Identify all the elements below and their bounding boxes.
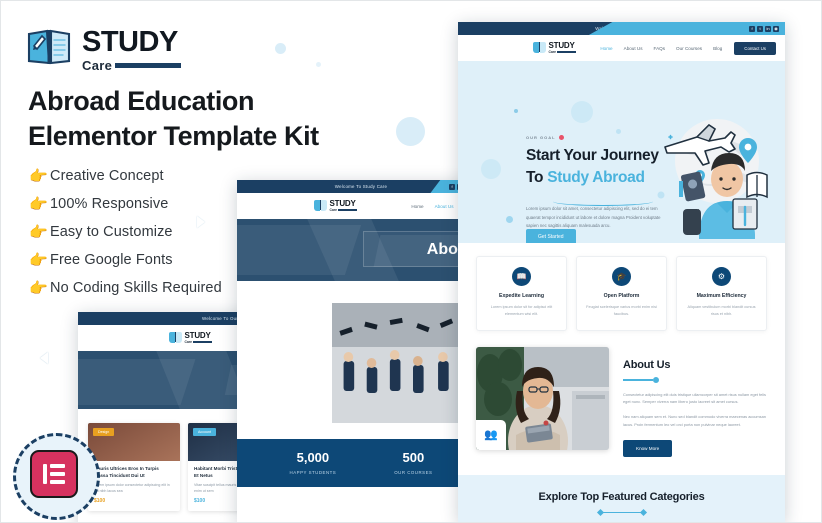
headline-line-1: Abroad Education: [28, 86, 255, 116]
mockup-navbar: STUDY Care Home About Us FAQs Our Courses Bl…: [458, 35, 785, 61]
mockup-logo[interactable]: STUDY Care: [533, 40, 577, 55]
feature-list-item: 👉 Creative Concept: [29, 162, 222, 190]
graduation-photo: [332, 303, 467, 423]
feature-label: Easy to Customize: [50, 224, 173, 240]
feature-card-title: Maximum Efficiency: [696, 293, 747, 299]
feature-list: 👉 Creative Concept 👉 100% Responsive 👉 Easy t…: [29, 162, 222, 302]
feature-card-desc: Lorem ipsum dolor sit for adipisci elit …: [490, 305, 553, 316]
feature-label: Creative Concept: [50, 168, 164, 184]
pointing-hand-icon: 👉: [29, 167, 48, 185]
nav-item-faqs[interactable]: FAQs: [654, 46, 666, 51]
twitter-icon[interactable]: t: [757, 25, 763, 32]
mockup-topbar: Welcome To Study Care f t in ◉: [458, 22, 785, 35]
pointing-hand-icon: 👉: [29, 223, 48, 241]
logo-rule: [115, 62, 182, 68]
feature-label: No Coding Skills Required: [50, 280, 222, 296]
book-icon: 📖: [512, 267, 531, 286]
get-started-button[interactable]: Get Started: [526, 229, 576, 243]
logo-sub-text: Care: [329, 208, 338, 213]
feature-card-title: Open Platform: [603, 293, 640, 299]
mockup-logo[interactable]: STUDY Care: [314, 198, 358, 213]
feature-list-item: 👉 Easy to Customize: [29, 218, 222, 246]
headline-line-2: Elementor Template Kit: [28, 121, 319, 152]
linkedin-icon[interactable]: in: [765, 25, 771, 32]
section-divider: [601, 511, 642, 514]
categories-title: Explore Top Featured Categories: [538, 490, 705, 503]
contact-us-button[interactable]: Contact Us: [734, 41, 776, 55]
elementor-badge: [13, 433, 100, 520]
graduation-cap-icon: 🎓: [612, 267, 631, 286]
open-book-icon: [533, 41, 546, 53]
student-traveler-illustration: [639, 113, 779, 239]
feature-label: 100% Responsive: [50, 196, 169, 212]
nav-item-home[interactable]: Home: [600, 46, 612, 51]
nav-item-about-us[interactable]: About Us: [435, 204, 454, 209]
facebook-icon[interactable]: f: [749, 25, 755, 32]
hero-section: OUR GOAL Start Your Journey To Study Abr…: [458, 61, 785, 243]
feature-card-desc: Feugiat scelerisque varius morbi enim ni…: [586, 305, 657, 316]
pointing-hand-icon: 👉: [29, 279, 48, 297]
feature-card-title: Expedite Learning: [499, 293, 544, 299]
categories-section: Explore Top Featured Categories </>Devel…: [458, 474, 785, 522]
logo-brand-text: STUDY: [329, 198, 356, 208]
nav-item-our-courses[interactable]: Our Courses: [676, 46, 702, 51]
logo-brand-text: STUDY: [548, 40, 575, 50]
brand-logo: STUDY Care: [27, 26, 182, 73]
mockup-home-page: Welcome To Study Care f t in ◉ STUDY Car…: [458, 22, 785, 522]
stat-item: 500 OUR COURSES: [394, 450, 433, 475]
about-paragraph-2: Nec nam aliquam sem et. Nunc sed blandit…: [623, 414, 766, 428]
team-icon: 👥: [476, 419, 506, 450]
topbar-welcome: Welcome To Study Care: [334, 184, 388, 189]
promo-panel: STUDY Care Abroad Education Elementor Te…: [0, 0, 319, 523]
about-title: About Us: [623, 358, 671, 371]
about-paragraph-1: Consectetur adipiscing elit duis tristiq…: [623, 391, 766, 405]
prev-arrow-icon[interactable]: [40, 352, 48, 364]
elementor-logo-icon: [30, 450, 78, 498]
open-book-icon: [314, 199, 327, 211]
about-section: 👥 About Us Consectetur adipiscing elit d…: [458, 330, 785, 457]
pointing-hand-icon: 👉: [29, 195, 48, 213]
logo-brand-text: STUDY: [82, 26, 178, 58]
hero-title-line-2: To: [526, 169, 548, 186]
decor-dot: [396, 117, 425, 146]
feature-card-list: 📖 Expedite Learning Lorem ipsum dolor sit …: [458, 243, 785, 331]
feature-card[interactable]: 📖 Expedite Learning Lorem ipsum dolor sit …: [476, 256, 567, 331]
businesswoman-photo: 👥: [476, 346, 609, 450]
feature-list-item: 👉 No Coding Skills Required: [29, 274, 222, 302]
logo-sub-text: Care: [548, 50, 557, 55]
pointing-hand-icon: 👉: [29, 251, 48, 269]
gear-icon: ⚙: [712, 267, 731, 286]
hero-title-accent: Study Abroad: [547, 169, 645, 186]
stat-label: OUR COURSES: [394, 469, 433, 475]
next-arrow-icon[interactable]: [197, 216, 205, 228]
eyebrow-text: OUR GOAL: [526, 135, 556, 140]
feature-list-item: 👉 Free Google Fonts: [29, 246, 222, 274]
feature-card[interactable]: 🎓 Open Platform Feugiat scelerisque varius…: [576, 256, 667, 331]
nav-item-blog[interactable]: Blog: [713, 46, 722, 51]
instagram-icon[interactable]: ◉: [773, 25, 779, 32]
mockup-menu: Home About Us FAQs Our Courses Blog: [600, 46, 722, 51]
feature-card-desc: Aliquam vestibulum morbi blandit cursus …: [687, 305, 756, 316]
hero-eyebrow: OUR GOAL: [526, 135, 564, 140]
logo-sub-text: Care: [82, 57, 113, 73]
template-kit-promo-graphic: STUDY Care Abroad Education Elementor Te…: [0, 0, 822, 523]
know-more-button[interactable]: Know More: [623, 439, 673, 457]
feature-label: Free Google Fonts: [50, 252, 173, 268]
decor-dot: [316, 62, 321, 67]
nav-item-home[interactable]: Home: [411, 204, 423, 209]
open-book-pen-icon: [27, 28, 73, 68]
page-title: Abroad Education Elementor Template Kit: [28, 84, 328, 154]
section-divider: [623, 376, 659, 383]
nav-item-about-us[interactable]: About Us: [624, 46, 643, 51]
eyebrow-dot-icon: [558, 135, 564, 140]
feature-list-item: 👉 100% Responsive: [29, 190, 222, 218]
open-book-prop: [746, 171, 768, 199]
stat-number: 500: [402, 450, 425, 466]
facebook-icon[interactable]: f: [449, 183, 455, 190]
feature-card[interactable]: ⚙ Maximum Efficiency Aliquam vestibulum mo…: [676, 256, 767, 331]
